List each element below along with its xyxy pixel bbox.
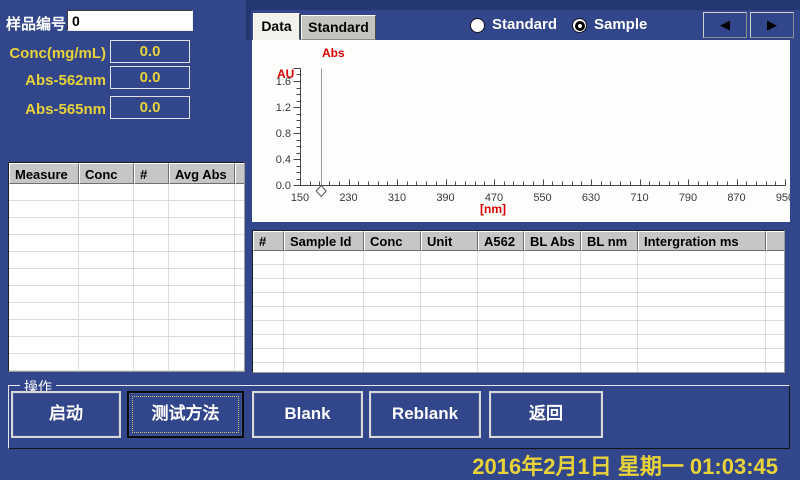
- table-column: [766, 251, 784, 372]
- svg-text:1.2: 1.2: [276, 102, 291, 114]
- prev-record-button[interactable]: ◀: [703, 12, 747, 38]
- conc-value: 0.0: [110, 40, 190, 63]
- column-header-bl-nm: BL nm: [581, 231, 638, 251]
- next-record-button[interactable]: ▶: [750, 12, 794, 38]
- svg-text:790: 790: [679, 192, 697, 204]
- test-method-button[interactable]: 测试方法: [127, 391, 244, 438]
- conc-label: Conc(mg/mL): [0, 45, 106, 62]
- column-header-index: #: [134, 163, 169, 184]
- radio-standard-label[interactable]: Standard: [492, 16, 557, 33]
- abs562-value: 0.0: [110, 66, 190, 89]
- measure-table-body[interactable]: [9, 184, 244, 371]
- left-arrow-icon: ◀: [720, 17, 730, 32]
- table-column: [524, 251, 581, 372]
- spectrophotometer-screen: 样品编号 0 Conc(mg/mL) 0.0 Abs-562nm 0.0 Abs…: [0, 0, 800, 480]
- results-table-body[interactable]: [253, 251, 784, 372]
- table-column: [253, 251, 284, 372]
- radio-sample[interactable]: [572, 18, 587, 33]
- svg-text:310: 310: [388, 192, 406, 204]
- table-column: [235, 184, 244, 371]
- column-header-index: #: [253, 231, 284, 251]
- measure-table: Measure Conc # Avg Abs: [8, 162, 245, 372]
- radio-dot-icon: [575, 21, 585, 31]
- abs565-label: Abs-565nm: [0, 101, 106, 118]
- svg-text:0.8: 0.8: [276, 128, 291, 140]
- column-header-measure: Measure: [9, 163, 79, 184]
- table-column: [638, 251, 766, 372]
- svg-text:550: 550: [533, 192, 551, 204]
- column-header-conc: Conc: [79, 163, 134, 184]
- datetime-display: 2016年2月1日 星期一 01:03:45: [472, 449, 778, 480]
- results-table: # Sample Id Conc Unit A562 BL Abs BL nm …: [252, 230, 785, 373]
- svg-text:Abs: Abs: [322, 46, 345, 60]
- table-column: [581, 251, 638, 372]
- svg-text:0.0: 0.0: [276, 180, 291, 192]
- table-column: [421, 251, 478, 372]
- table-column: [79, 184, 134, 371]
- column-header-filler: [766, 231, 784, 251]
- abs565-value: 0.0: [110, 96, 190, 119]
- table-column: [364, 251, 421, 372]
- svg-text:150: 150: [291, 192, 309, 204]
- tab-data[interactable]: Data: [253, 13, 300, 40]
- column-header-filler: [235, 163, 244, 184]
- absorbance-spectrum-chart: 0.00.40.81.21.61502303103904705506307107…: [252, 40, 790, 222]
- svg-text:630: 630: [582, 192, 600, 204]
- results-table-header: # Sample Id Conc Unit A562 BL Abs BL nm …: [253, 231, 784, 251]
- column-header-sample-id: Sample Id: [284, 231, 364, 251]
- column-header-avg-abs: Avg Abs: [169, 163, 235, 184]
- sample-number-input[interactable]: 0: [67, 10, 193, 31]
- svg-text:870: 870: [727, 192, 745, 204]
- radio-sample-label[interactable]: Sample: [594, 16, 647, 33]
- svg-text:390: 390: [436, 192, 454, 204]
- table-column: [478, 251, 524, 372]
- svg-text:AU: AU: [277, 67, 294, 81]
- panel-top-edge: [246, 0, 800, 10]
- right-arrow-icon: ▶: [767, 17, 777, 32]
- svg-text:230: 230: [339, 192, 357, 204]
- column-header-conc: Conc: [364, 231, 421, 251]
- blank-button[interactable]: Blank: [252, 391, 363, 438]
- return-button[interactable]: 返回: [489, 391, 603, 438]
- column-header-a562: A562: [478, 231, 524, 251]
- radio-standard[interactable]: [470, 18, 485, 33]
- start-button[interactable]: 启动: [11, 391, 121, 438]
- table-column: [134, 184, 169, 371]
- abs562-label: Abs-562nm: [0, 72, 106, 89]
- sample-number-label: 样品编号: [6, 13, 66, 34]
- svg-text:950: 950: [776, 192, 790, 204]
- table-column: [9, 184, 79, 371]
- svg-text:0.4: 0.4: [276, 154, 291, 166]
- table-column: [284, 251, 364, 372]
- column-header-unit: Unit: [421, 231, 478, 251]
- column-header-bl-abs: BL Abs: [524, 231, 581, 251]
- reblank-button[interactable]: Reblank: [369, 391, 481, 438]
- tab-standard[interactable]: Standard: [301, 15, 376, 40]
- table-column: [169, 184, 235, 371]
- column-header-integration: Intergration ms: [638, 231, 766, 251]
- svg-text:710: 710: [630, 192, 648, 204]
- panel-left-edge: [246, 0, 251, 40]
- measure-table-header: Measure Conc # Avg Abs: [9, 163, 244, 184]
- svg-text:[nm]: [nm]: [480, 202, 506, 216]
